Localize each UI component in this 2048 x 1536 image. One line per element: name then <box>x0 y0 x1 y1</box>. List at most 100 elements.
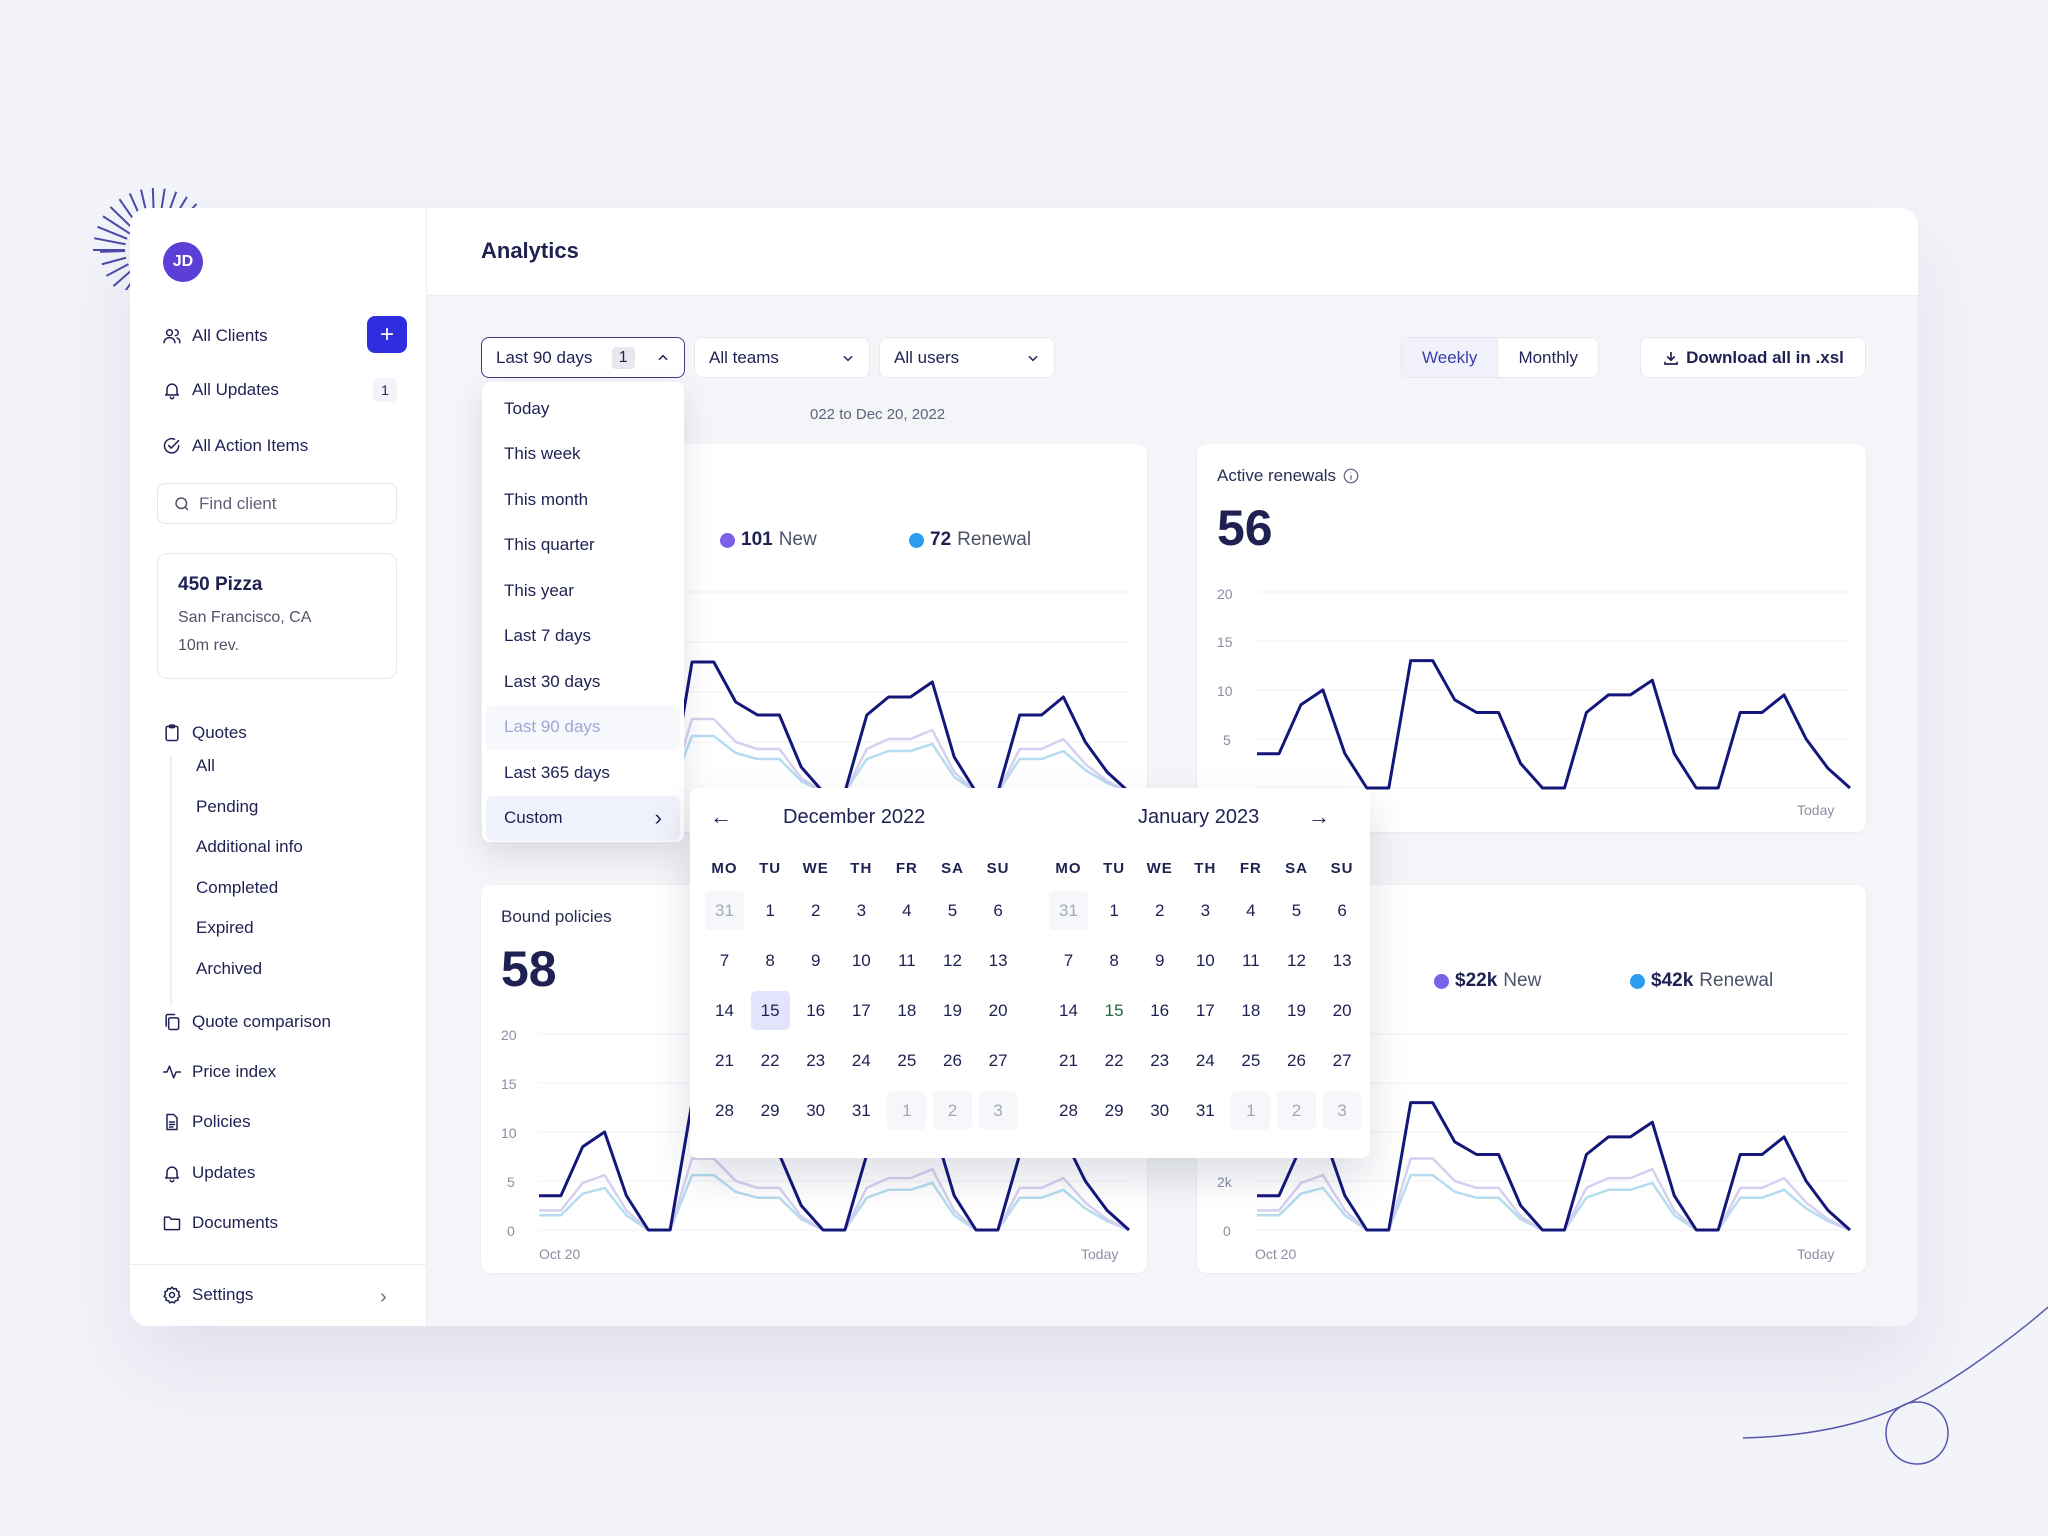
download-button[interactable]: Download all in .xsl <box>1640 337 1866 378</box>
sidebar-item-documents[interactable]: Documents <box>162 1205 278 1241</box>
calendar-day[interactable]: 2 <box>796 891 835 930</box>
find-client-input[interactable] <box>199 493 379 514</box>
calendar-day[interactable]: 31 <box>842 1091 881 1130</box>
menu-item-last-7-days[interactable]: Last 7 days <box>486 614 680 660</box>
calendar-day[interactable]: 8 <box>751 941 790 980</box>
calendar-day[interactable]: 15 <box>750 991 790 1030</box>
calendar-day[interactable]: 14 <box>705 991 744 1030</box>
calendar-day[interactable]: 8 <box>1095 941 1134 980</box>
calendar-day[interactable]: 20 <box>979 991 1018 1030</box>
menu-item-this-month[interactable]: This month <box>486 477 680 523</box>
calendar-day[interactable]: 5 <box>933 891 972 930</box>
calendar-day[interactable]: 2 <box>1277 1091 1316 1130</box>
calendar-day[interactable]: 3 <box>1186 891 1225 930</box>
calendar-day[interactable]: 11 <box>1231 941 1270 980</box>
calendar-day[interactable]: 20 <box>1323 991 1362 1030</box>
calendar-day[interactable]: 12 <box>1277 941 1316 980</box>
calendar-day[interactable]: 23 <box>796 1041 835 1080</box>
calendar-day[interactable]: 28 <box>705 1091 744 1130</box>
calendar-day[interactable]: 3 <box>978 1091 1018 1130</box>
menu-item-last-30-days[interactable]: Last 30 days <box>486 659 680 705</box>
calendar-day[interactable]: 27 <box>1323 1041 1362 1080</box>
menu-item-this-week[interactable]: This week <box>486 432 680 478</box>
sidebar-item-policies[interactable]: Policies <box>162 1104 251 1140</box>
menu-item-today[interactable]: Today <box>486 386 680 432</box>
avatar[interactable]: JD <box>163 242 203 282</box>
quotes-sub-archived[interactable]: Archived <box>196 959 262 979</box>
sidebar-item-all-clients[interactable]: All Clients <box>162 318 268 354</box>
find-client-search[interactable] <box>157 483 397 524</box>
calendar-day[interactable]: 7 <box>1049 941 1088 980</box>
users-dropdown[interactable]: All users <box>879 337 1055 378</box>
calendar-day[interactable]: 22 <box>1095 1041 1134 1080</box>
quotes-sub-additional-info[interactable]: Additional info <box>196 837 303 857</box>
calendar-day[interactable]: 4 <box>887 891 926 930</box>
calendar-day[interactable]: 10 <box>842 941 881 980</box>
quotes-sub-all[interactable]: All <box>196 756 215 776</box>
period-weekly-button[interactable]: Weekly <box>1402 338 1499 377</box>
sidebar-item-quote-comparison[interactable]: Quote comparison <box>162 1004 331 1040</box>
calendar-day[interactable]: 1 <box>751 891 790 930</box>
calendar-day[interactable]: 28 <box>1049 1091 1088 1130</box>
prev-month-arrow-icon[interactable]: ← <box>710 804 732 830</box>
next-month-arrow-icon[interactable]: → <box>1308 804 1330 830</box>
calendar-day[interactable]: 15 <box>1095 991 1134 1030</box>
calendar-day[interactable]: 18 <box>887 991 926 1030</box>
menu-item-this-year[interactable]: This year <box>486 568 680 614</box>
calendar-day[interactable]: 29 <box>751 1091 790 1130</box>
period-monthly-button[interactable]: Monthly <box>1498 338 1598 377</box>
calendar-day[interactable]: 16 <box>796 991 835 1030</box>
sidebar-item-quotes[interactable]: Quotes <box>162 715 247 751</box>
calendar-day[interactable]: 18 <box>1231 991 1270 1030</box>
quotes-sub-completed[interactable]: Completed <box>196 878 278 898</box>
calendar-day[interactable]: 25 <box>1231 1041 1270 1080</box>
calendar-day[interactable]: 19 <box>1277 991 1316 1030</box>
calendar-day[interactable]: 30 <box>1140 1091 1179 1130</box>
teams-dropdown[interactable]: All teams <box>694 337 870 378</box>
calendar-day[interactable]: 13 <box>1323 941 1362 980</box>
calendar-day[interactable]: 16 <box>1140 991 1179 1030</box>
calendar-day[interactable]: 3 <box>1322 1091 1362 1130</box>
calendar-day[interactable]: 31 <box>705 891 744 930</box>
calendar-day[interactable]: 13 <box>979 941 1018 980</box>
calendar-day[interactable]: 12 <box>933 941 972 980</box>
calendar-day[interactable]: 2 <box>1140 891 1179 930</box>
calendar-day[interactable]: 17 <box>842 991 881 1030</box>
menu-item-last-90-days[interactable]: Last 90 days <box>486 704 680 750</box>
calendar-day[interactable]: 27 <box>979 1041 1018 1080</box>
calendar-day[interactable]: 1 <box>1231 1091 1271 1130</box>
calendar-day[interactable]: 22 <box>751 1041 790 1080</box>
calendar-day[interactable]: 21 <box>1049 1041 1088 1080</box>
calendar-day[interactable]: 26 <box>933 1041 972 1080</box>
sidebar-item-all-updates[interactable]: All Updates <box>162 372 279 408</box>
calendar-day[interactable]: 31 <box>1186 1091 1225 1130</box>
calendar-day[interactable]: 5 <box>1277 891 1316 930</box>
menu-item-this-quarter[interactable]: This quarter <box>486 523 680 569</box>
info-icon[interactable] <box>1342 467 1360 485</box>
calendar-day[interactable]: 17 <box>1186 991 1225 1030</box>
quotes-sub-pending[interactable]: Pending <box>196 797 258 817</box>
menu-item-last-365-days[interactable]: Last 365 days <box>486 750 680 796</box>
chevron-right-icon[interactable]: › <box>380 1286 387 1309</box>
calendar-day[interactable]: 21 <box>705 1041 744 1080</box>
calendar-day[interactable]: 3 <box>842 891 881 930</box>
add-client-button[interactable]: + <box>367 316 407 353</box>
calendar-day[interactable]: 9 <box>1140 941 1179 980</box>
quotes-sub-expired[interactable]: Expired <box>196 918 254 938</box>
date-range-dropdown[interactable]: Last 90 days 1 <box>481 337 685 378</box>
client-card[interactable]: 450 Pizza San Francisco, CA 10m rev. <box>157 553 397 679</box>
calendar-day[interactable]: 31 <box>1049 891 1088 930</box>
menu-item-custom[interactable]: Custom › <box>486 795 680 841</box>
calendar-day[interactable]: 26 <box>1277 1041 1316 1080</box>
calendar-day[interactable]: 9 <box>796 941 835 980</box>
calendar-day[interactable]: 24 <box>842 1041 881 1080</box>
calendar-day[interactable]: 7 <box>705 941 744 980</box>
calendar-day[interactable]: 24 <box>1186 1041 1225 1080</box>
calendar-day[interactable]: 10 <box>1186 941 1225 980</box>
calendar-day[interactable]: 14 <box>1049 991 1088 1030</box>
calendar-day[interactable]: 11 <box>887 941 926 980</box>
sidebar-item-updates[interactable]: Updates <box>162 1155 255 1191</box>
calendar-day[interactable]: 1 <box>1095 891 1134 930</box>
calendar-day[interactable]: 2 <box>933 1091 972 1130</box>
calendar-day[interactable]: 6 <box>1323 891 1362 930</box>
